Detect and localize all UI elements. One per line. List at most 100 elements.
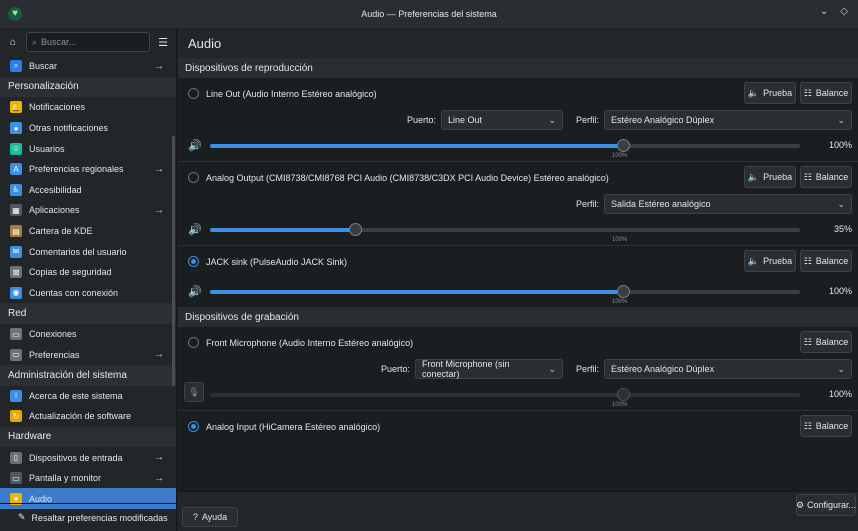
arrow-right-icon: →: [154, 349, 164, 361]
sidebar-item[interactable]: ☺ Usuarios: [0, 138, 176, 159]
accessibility-icon: ♿: [10, 183, 22, 196]
sidebar-item-label: Usuarios: [29, 143, 65, 154]
volume-handle[interactable]: [617, 139, 630, 152]
volume-icon[interactable]: 🔊: [188, 139, 202, 152]
port-select[interactable]: Front Microphone (sin conectar) ⌄: [414, 359, 563, 379]
chevron-down-icon: ⌄: [548, 363, 556, 374]
sidebar-scrollbar[interactable]: [172, 136, 175, 386]
arrow-right-icon: →: [154, 163, 164, 175]
backup-icon: ⊠: [10, 266, 22, 279]
microphone-muted-icon[interactable]: 🎙: [184, 382, 204, 402]
volume-row: 🎙 100% 100%: [178, 380, 858, 410]
tick-100-label: 100%: [612, 237, 628, 243]
sidebar-item[interactable]: ♿ Accesibilidad: [0, 180, 176, 201]
playback-device: Analog Output (CMI8738/CMI8768 PCI Audio…: [178, 162, 858, 245]
menu-icon[interactable]: ☰: [156, 36, 170, 49]
sidebar-item-label: Copias de seguridad: [29, 267, 112, 278]
sidebar-item[interactable]: A Preferencias regionales →: [0, 159, 176, 180]
volume-slider[interactable]: [210, 139, 800, 152]
volume-handle[interactable]: [348, 223, 362, 236]
main-panel: Audio Dispositivos de reproducción Line …: [178, 28, 858, 531]
balance-button[interactable]: ☷ Balance: [800, 415, 852, 437]
chevron-down-icon: ⌄: [548, 114, 556, 125]
sidebar-item-label: Conexiones: [29, 329, 77, 340]
default-device-radio[interactable]: [188, 256, 199, 267]
update-icon: ↻: [10, 410, 22, 423]
test-label: Prueba: [763, 88, 793, 98]
device-name: Line Out (Audio Interno Estéreo analógic…: [206, 88, 377, 99]
volume-icon[interactable]: 🔊: [188, 223, 202, 236]
port-select[interactable]: Line Out ⌄: [440, 110, 563, 130]
test-button[interactable]: 🔈 Prueba: [744, 166, 796, 188]
arrow-right-icon: →: [154, 60, 164, 72]
sidebar-item[interactable]: 🔔 Notificaciones: [0, 97, 176, 118]
applications-icon: ▦: [10, 204, 22, 217]
playback-device: JACK sink (PulseAudio JACK Sink) 🔈 Prueba…: [178, 246, 858, 307]
sidebar-item-label: Comentarios del usuario: [29, 246, 127, 257]
sidebar-item[interactable]: ▭ Conexiones: [0, 324, 176, 345]
arrow-right-icon: →: [154, 204, 164, 216]
help-button[interactable]: ? Ayuda: [182, 507, 238, 527]
search-icon: ⌕: [10, 60, 22, 73]
sidebar-item[interactable]: ◉ Cuentas con conexión: [0, 283, 176, 304]
volume-fill: [210, 228, 355, 232]
speaker-icon: 🔈: [747, 255, 760, 266]
volume-slider[interactable]: [210, 223, 800, 236]
default-device-radio[interactable]: [188, 337, 199, 348]
profile-select[interactable]: Estéreo Analógico Dúplex ⌄: [604, 110, 852, 130]
volume-slider[interactable]: [210, 285, 800, 298]
volume-handle[interactable]: [617, 388, 630, 401]
volume-fill: [210, 393, 623, 397]
sidebar-list: ⌕ Buscar → Personalización 🔔 Notificaciones ● O…: [0, 56, 176, 510]
maximize-icon[interactable]: ◇: [840, 6, 848, 17]
configure-button[interactable]: ⚙ Configurar...: [796, 494, 856, 516]
tick-100-label: 100%: [612, 402, 628, 408]
mouse-icon: ▯: [10, 451, 22, 464]
default-device-radio[interactable]: [188, 88, 199, 99]
volume-percent: 35%: [833, 224, 852, 234]
port-label: Puerto:: [406, 115, 436, 125]
profile-value: Estéreo Analógico Dúplex: [611, 364, 715, 374]
test-button[interactable]: 🔈 Prueba: [744, 82, 796, 104]
sidebar-item[interactable]: ● Otras notificaciones: [0, 118, 176, 139]
sidebar-item[interactable]: ▭ Preferencias →: [0, 344, 176, 365]
sidebar-item[interactable]: ▯ Dispositivos de entrada →: [0, 447, 176, 468]
bell-icon: 🔔: [10, 101, 22, 114]
sidebar-item[interactable]: ↻ Actualización de software: [0, 406, 176, 427]
search-input[interactable]: ⌕ Buscar...: [26, 32, 150, 52]
balance-button[interactable]: ☷ Balance: [800, 82, 852, 104]
sidebar-item-label: Otras notificaciones: [29, 123, 109, 134]
home-icon[interactable]: ⌂: [6, 37, 20, 48]
volume-handle[interactable]: [617, 285, 630, 298]
profile-select[interactable]: Estéreo Analógico Dúplex ⌄: [604, 359, 852, 379]
sidebar-item[interactable]: ▭ Pantalla y monitor →: [0, 468, 176, 489]
chevron-down-icon: ⌄: [837, 114, 845, 125]
highlight-changed-label: Resaltar preferencias modificadas: [31, 512, 168, 523]
chevron-down-icon: ⌄: [837, 363, 845, 374]
minimize-icon[interactable]: ⌄: [820, 6, 828, 17]
search-icon: ⌕: [32, 36, 38, 47]
volume-icon[interactable]: 🔊: [188, 285, 202, 298]
volume-row: 🔊 100% 100%: [178, 277, 858, 307]
volume-slider[interactable]: [210, 388, 800, 401]
profile-select[interactable]: Salida Estéreo analógico ⌄: [604, 194, 852, 214]
sidebar-item[interactable]: ▦ Aplicaciones →: [0, 200, 176, 221]
users-icon: ☺: [10, 142, 22, 155]
sidebar-item[interactable]: ▤ Cartera de KDE: [0, 221, 176, 242]
test-button[interactable]: 🔈 Prueba: [744, 250, 796, 272]
balance-button[interactable]: ☷ Balance: [800, 250, 852, 272]
chevron-down-icon: ⌄: [837, 198, 845, 209]
recording-section-title: Dispositivos de grabación: [185, 311, 299, 323]
sidebar-item[interactable]: ⌕ Buscar →: [0, 56, 176, 77]
playback-section-header: Dispositivos de reproducción: [178, 58, 858, 78]
device-name: JACK sink (PulseAudio JACK Sink): [206, 256, 348, 267]
highlight-changed-button[interactable]: ✎ Resaltar preferencias modificadas: [0, 503, 177, 531]
sidebar-item[interactable]: i Acerca de este sistema: [0, 386, 176, 407]
sidebar-item[interactable]: ⊠ Copias de seguridad: [0, 262, 176, 283]
sidebar-item[interactable]: ✉ Comentarios del usuario: [0, 241, 176, 262]
default-device-radio[interactable]: [188, 172, 199, 183]
balance-button[interactable]: ☷ Balance: [800, 331, 852, 353]
default-device-radio[interactable]: [188, 421, 199, 432]
sidebar-item-label: Accesibilidad: [29, 184, 82, 195]
balance-button[interactable]: ☷ Balance: [800, 166, 852, 188]
